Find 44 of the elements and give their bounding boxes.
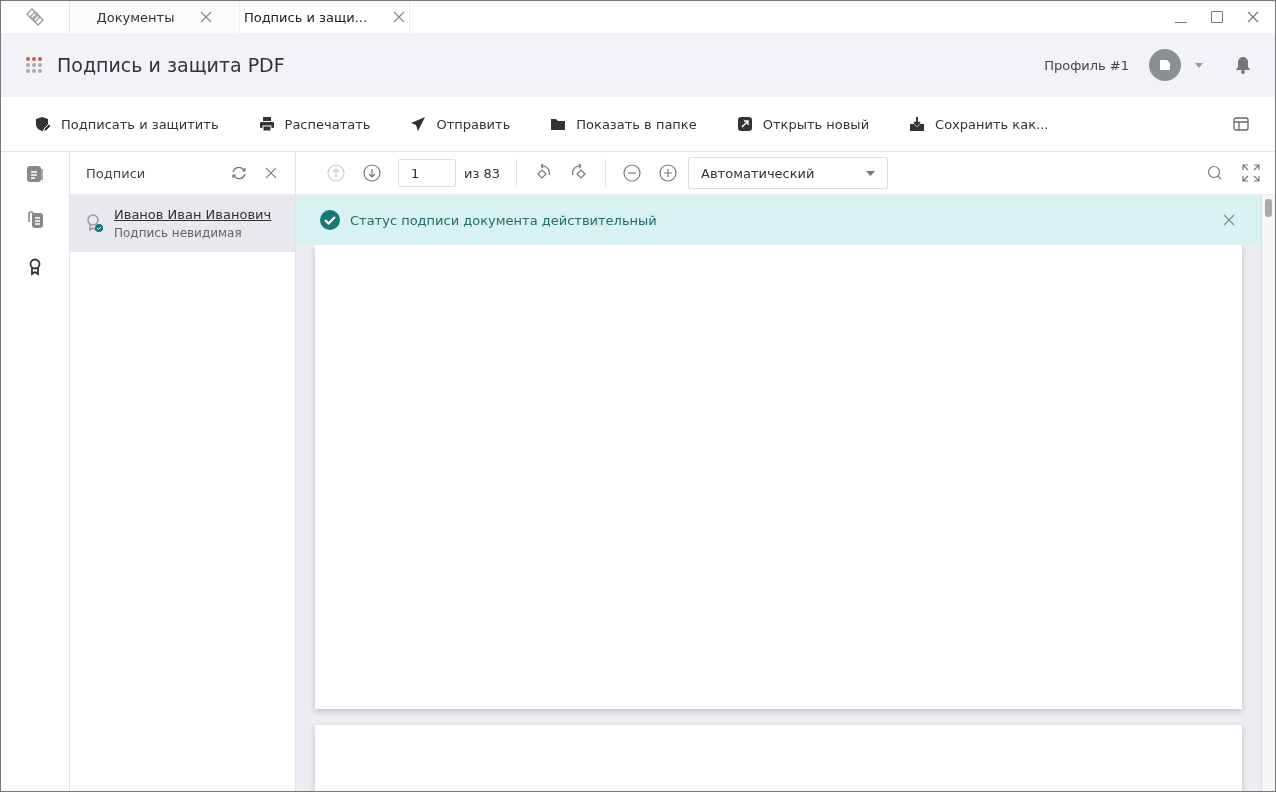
close-icon[interactable] (265, 167, 277, 179)
document-clip-icon[interactable] (25, 210, 45, 230)
tab-close-icon[interactable] (393, 11, 406, 23)
zoom-in-icon[interactable] (658, 163, 679, 183)
caret-icon (866, 170, 876, 176)
toolbar-button[interactable]: Подписать и защитить (35, 116, 219, 132)
caret-icon[interactable] (1195, 62, 1203, 68)
maximize-button[interactable] (1211, 11, 1223, 23)
download-icon (909, 116, 926, 132)
panel-title: Подписи (86, 165, 147, 181)
zoom-dropdown[interactable]: Автоматический (688, 157, 889, 189)
close-button[interactable] (1247, 11, 1259, 23)
signature-note: Подпись невидимая (114, 226, 243, 240)
signer-name[interactable]: Иванов Иван Иванович (114, 207, 272, 222)
tab[interactable]: Документы (70, 1, 240, 33)
status-message: Статус подписи документа действительный (350, 212, 658, 228)
folder-icon (550, 116, 567, 132)
toolbar-button[interactable]: Распечатать (258, 116, 371, 132)
toolbar-button[interactable]: Отправить (410, 116, 511, 132)
layout-icon[interactable] (1233, 116, 1249, 132)
send-icon (410, 116, 427, 132)
app-title: Подпись и защита PDF (57, 54, 286, 76)
signature-badge-icon (86, 213, 104, 233)
close-icon[interactable] (1223, 214, 1235, 226)
tab-close-icon[interactable] (200, 11, 213, 23)
signature-item[interactable]: Иванов Иван Иванович Подпись невидимая (70, 195, 295, 252)
avatar[interactable] (1149, 49, 1181, 81)
apps-icon[interactable] (25, 56, 43, 74)
shield-icon (35, 116, 51, 132)
printer-icon (258, 116, 275, 132)
toolbar-button[interactable]: Показать в папке (550, 116, 697, 132)
scrollbar[interactable] (1261, 195, 1275, 791)
external-link-icon (736, 116, 753, 132)
logo-icon (24, 6, 46, 28)
document-icon[interactable] (25, 164, 45, 184)
check-circle-icon (320, 210, 340, 230)
page-number-field[interactable]: 1 (398, 159, 456, 187)
zoom-out-icon[interactable] (622, 163, 643, 183)
toolbar-button[interactable]: Открыть новый (736, 116, 870, 132)
page-count: из 83 (464, 165, 501, 181)
toolbar-button[interactable]: Сохранить как... (909, 116, 1049, 132)
bell-icon[interactable] (1235, 56, 1251, 74)
fullscreen-icon[interactable] (1241, 163, 1261, 183)
profile-name[interactable]: Профиль #1 (1044, 57, 1129, 73)
